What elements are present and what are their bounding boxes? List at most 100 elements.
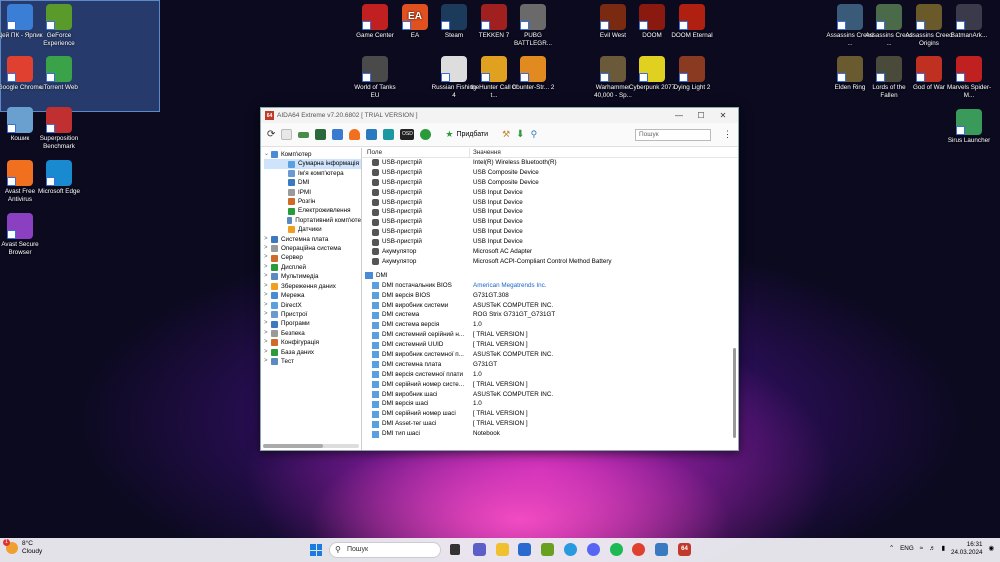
usb-row[interactable]: USB-пристрій USB Input Device <box>362 227 738 237</box>
chevron-down-icon[interactable]: ⌄ <box>264 150 271 159</box>
tree-item-child-7[interactable]: Датчики <box>264 225 361 234</box>
menu-icon[interactable]: ⋮ <box>723 129 732 140</box>
maximize-button[interactable]: ☐ <box>690 111 712 120</box>
tree-item-section-9[interactable]: > Програми <box>264 319 361 328</box>
tree-item-section-10[interactable]: > Безпека <box>264 329 361 338</box>
tree-item-section-5[interactable]: > Збереження даних <box>264 282 361 291</box>
desktop-icon-cs2[interactable]: Counter-Str... 2 <box>509 56 557 92</box>
chevron-right-icon[interactable]: > <box>264 301 271 310</box>
tree-item-computer[interactable]: ⌄ Комп'ютер <box>264 150 361 159</box>
dmi-row[interactable]: DMI версія BIOS G731GT.308 <box>362 291 738 301</box>
chevron-right-icon[interactable]: > <box>264 272 271 281</box>
clock[interactable]: 16:31 24.03.2024 <box>951 541 983 557</box>
desktop-icon-wot[interactable]: World of Tanks EU <box>351 56 399 99</box>
chevron-right-icon[interactable]: > <box>264 282 271 291</box>
tree-item-child-6[interactable]: Портативний комп'юте <box>264 216 361 225</box>
dmi-row[interactable]: DMI серійний номер систе... [ TRIAL VERSI… <box>362 380 738 390</box>
dmi-row[interactable]: DMI виробник системи ASUSTeK COMPUTER INC… <box>362 301 738 311</box>
dmi-row[interactable]: DMI версія шасі 1.0 <box>362 399 738 409</box>
column-header-field[interactable]: Поле <box>362 148 470 157</box>
desktop-icon-avast-browser[interactable]: Avast Secure Browser <box>0 213 44 256</box>
dmi-row[interactable]: DMI системна плата G731GT <box>362 360 738 370</box>
usb-row[interactable]: USB-пристрій USB Composite Device <box>362 178 738 188</box>
usb-row[interactable]: USB-пристрій USB Input Device <box>362 217 738 227</box>
usb-row[interactable]: USB-пристрій USB Input Device <box>362 188 738 198</box>
usb-row[interactable]: USB-пристрій Intel(R) Wireless Bluetooth(… <box>362 158 738 168</box>
aida64-window[interactable]: 64 AIDA64 Extreme v7.20.6802 [ TRIAL VER… <box>260 107 739 451</box>
motherboard-icon[interactable] <box>298 131 310 138</box>
tree-item-section-8[interactable]: > Пристрої <box>264 310 361 319</box>
desktop-icon-geforce[interactable]: GeForce Experience <box>35 4 83 47</box>
usb-row[interactable]: USB-пристрій USB Input Device <box>362 207 738 217</box>
chevron-up-icon[interactable]: ⌃ <box>889 545 894 553</box>
stability-icon[interactable] <box>420 129 432 140</box>
store-icon[interactable] <box>518 543 531 556</box>
wifi-icon[interactable]: ≈ <box>920 545 923 553</box>
battery-tray-icon[interactable]: ▮ <box>942 545 945 553</box>
tree-item-child-0[interactable]: Сумарна інформація <box>264 159 361 169</box>
desktop-icon-pubg[interactable]: PUBG BATTLEGR... <box>509 4 557 47</box>
tree-item-child-3[interactable]: IPMI <box>264 188 361 197</box>
tree-hscrollbar[interactable] <box>263 444 359 448</box>
memory-icon[interactable] <box>315 129 327 140</box>
usb-row[interactable]: Акумулятор Microsoft AC Adapter <box>362 247 738 257</box>
weather-widget[interactable]: 1 8°C Cloudy <box>3 539 42 556</box>
desktop-icon-spiderman[interactable]: Marvels Spider-M... <box>945 56 993 99</box>
tree-item-section-2[interactable]: > Сервер <box>264 253 361 262</box>
file-explorer-icon[interactable] <box>496 543 509 556</box>
spotify-icon[interactable] <box>610 543 623 556</box>
navigation-tree[interactable]: ⌄ Комп'ютер Сумарна інформація Ім'я комп'ют… <box>261 148 362 450</box>
notifications-icon[interactable]: ◉ <box>989 545 995 553</box>
tree-item-section-3[interactable]: > Дисплей <box>264 263 361 272</box>
tree-item-child-1[interactable]: Ім'я комп'ютера <box>264 169 361 178</box>
tree-item-child-5[interactable]: Електроживлення <box>264 206 361 215</box>
discord-icon[interactable] <box>587 543 600 556</box>
close-button[interactable]: ✕ <box>712 111 734 120</box>
chevron-right-icon[interactable]: > <box>264 329 271 338</box>
chevron-right-icon[interactable]: > <box>264 348 271 357</box>
hammer-icon[interactable]: ⚒ <box>502 129 510 140</box>
task-view-icon[interactable] <box>450 544 460 555</box>
search-input[interactable]: Пошук <box>635 128 711 141</box>
tree-item-child-2[interactable]: DMI <box>264 178 361 187</box>
dmi-row[interactable]: DMI системний UUID [ TRIAL VERSION ] <box>362 340 738 350</box>
chevron-right-icon[interactable]: > <box>264 253 271 262</box>
chevron-right-icon[interactable]: > <box>264 357 271 366</box>
volume-icon[interactable]: ♬ <box>929 545 935 553</box>
usb-row[interactable]: Акумулятор Microsoft ACPI-Compliant Contr… <box>362 257 738 267</box>
dmi-row[interactable]: DMI Asset-тег шасі [ TRIAL VERSION ] <box>362 419 738 429</box>
dmi-row[interactable]: DMI системний серійний н... [ TRIAL VERSI… <box>362 330 738 340</box>
usb-row[interactable]: USB-пристрій USB Composite Device <box>362 168 738 178</box>
dmi-row[interactable]: DMI система версія 1.0 <box>362 320 738 330</box>
taskbar-search[interactable]: ⚲ Пошук <box>329 542 441 558</box>
aida64-taskbar-icon[interactable]: 64 <box>678 543 691 556</box>
title-bar[interactable]: 64 AIDA64 Extreme v7.20.6802 [ TRIAL VER… <box>261 108 738 123</box>
flame-icon[interactable] <box>349 129 361 140</box>
dmi-row[interactable]: DMI серійний номер шасі [ TRIAL VERSION ] <box>362 409 738 419</box>
start-button[interactable] <box>310 544 322 556</box>
dmi-row[interactable]: DMI виробник системної п... ASUSTeK COMPU… <box>362 350 738 360</box>
chevron-right-icon[interactable]: > <box>264 338 271 347</box>
buy-button[interactable]: ★ Придбати <box>445 129 488 140</box>
tree-item-section-12[interactable]: > База даних <box>264 348 361 357</box>
desktop-icon-sirus[interactable]: Sirus Launcher <box>945 109 993 145</box>
dmi-row[interactable]: DMI система ROG Strix G731GT_G731GT <box>362 310 738 320</box>
tree-item-section-1[interactable]: > Операційна система <box>264 244 361 253</box>
desktop-icon-doom-eternal[interactable]: DOOM Eternal <box>668 4 716 40</box>
chevron-right-icon[interactable]: > <box>264 319 271 328</box>
chevron-right-icon[interactable]: > <box>264 291 271 300</box>
dmi-row[interactable]: DMI тип шасі Notebook <box>362 429 738 439</box>
grid-vscrollbar[interactable] <box>732 158 736 444</box>
chevron-right-icon[interactable]: > <box>264 244 271 253</box>
cache-icon[interactable] <box>332 129 344 140</box>
osd-icon[interactable]: OSD <box>400 129 415 140</box>
tree-item-section-13[interactable]: > Тест <box>264 357 361 366</box>
column-header-value[interactable]: Значення <box>470 148 501 157</box>
desktop-icon-superposition[interactable]: Superposition Benchmark <box>35 107 83 150</box>
tree-item-section-0[interactable]: > Системна плата <box>264 235 361 244</box>
usb-row[interactable]: USB-пристрій USB Input Device <box>362 237 738 247</box>
tree-item-section-7[interactable]: > DirectX <box>264 301 361 310</box>
download-icon[interactable]: ⬇ <box>516 129 524 140</box>
tree-item-section-11[interactable]: > Конфігурація <box>264 338 361 347</box>
chevron-right-icon[interactable]: > <box>264 263 271 272</box>
